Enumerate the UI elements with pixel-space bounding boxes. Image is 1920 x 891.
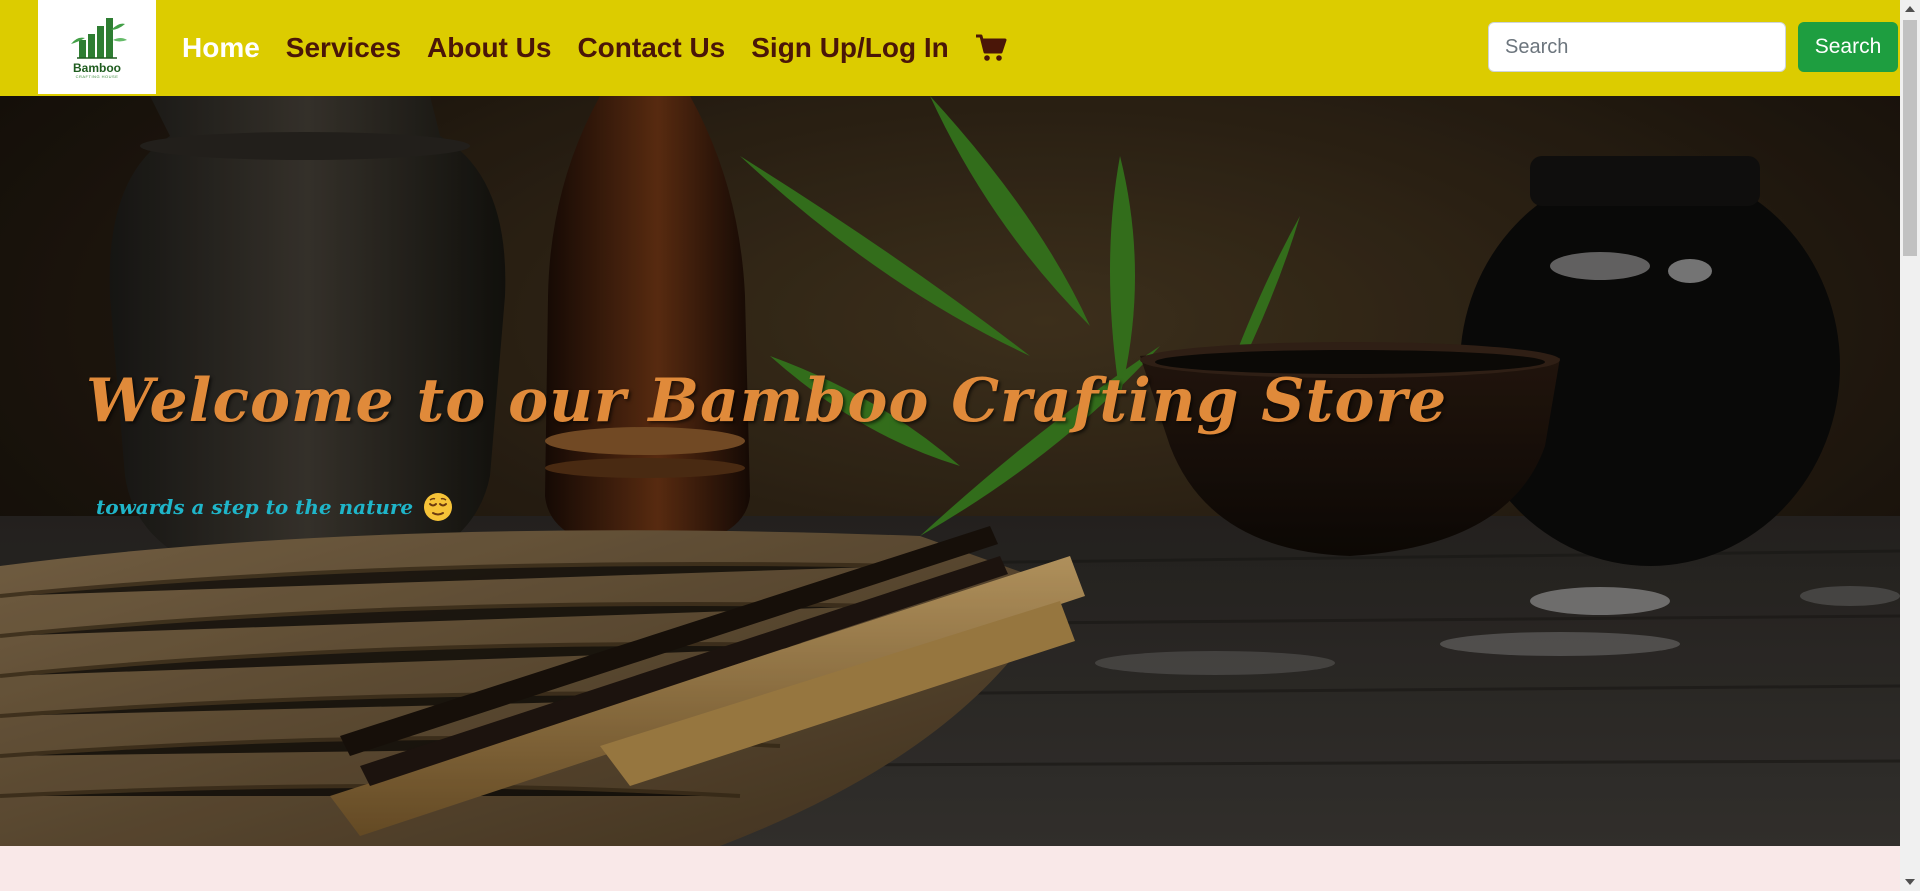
page-content-area [0, 846, 1900, 891]
scroll-up-arrow-icon[interactable] [1905, 6, 1915, 12]
search-form: Search [1488, 22, 1898, 72]
top-navbar: Bamboo CRAFTING HOUSE Home Services Abou… [0, 0, 1900, 96]
brand-logo[interactable]: Bamboo CRAFTING HOUSE [38, 0, 156, 94]
hero-background-image [0, 96, 1900, 846]
nav-links: Home Services About Us Contact Us Sign U… [182, 0, 1007, 96]
scroll-down-arrow-icon[interactable] [1905, 879, 1915, 885]
nav-home-link[interactable]: Home [182, 32, 260, 64]
logo-tagline: CRAFTING HOUSE [75, 74, 119, 79]
vertical-scrollbar[interactable] [1900, 0, 1920, 891]
scrollbar-thumb[interactable] [1903, 20, 1917, 256]
nav-about-link[interactable]: About Us [427, 32, 551, 64]
hero-subtitle-row: towards a step to the nature [96, 492, 453, 522]
search-button[interactable]: Search [1798, 22, 1898, 72]
nav-contact-link[interactable]: Contact Us [577, 32, 725, 64]
hero-subtitle: towards a step to the nature [96, 495, 414, 519]
hero-banner: Welcome to our Bamboo Crafting Store tow… [0, 96, 1900, 846]
shopping-cart-icon [975, 34, 1007, 61]
hero-title: Welcome to our Bamboo Crafting Store [86, 366, 1448, 436]
nav-services-link[interactable]: Services [286, 32, 401, 64]
logo-wordmark: Bamboo [73, 61, 121, 75]
relieved-face-emoji-icon [424, 493, 453, 521]
bamboo-logo-icon [71, 18, 127, 59]
search-input[interactable] [1488, 22, 1786, 72]
nav-signup-login-link[interactable]: Sign Up/Log In [751, 32, 949, 64]
cart-button[interactable] [975, 33, 1007, 63]
